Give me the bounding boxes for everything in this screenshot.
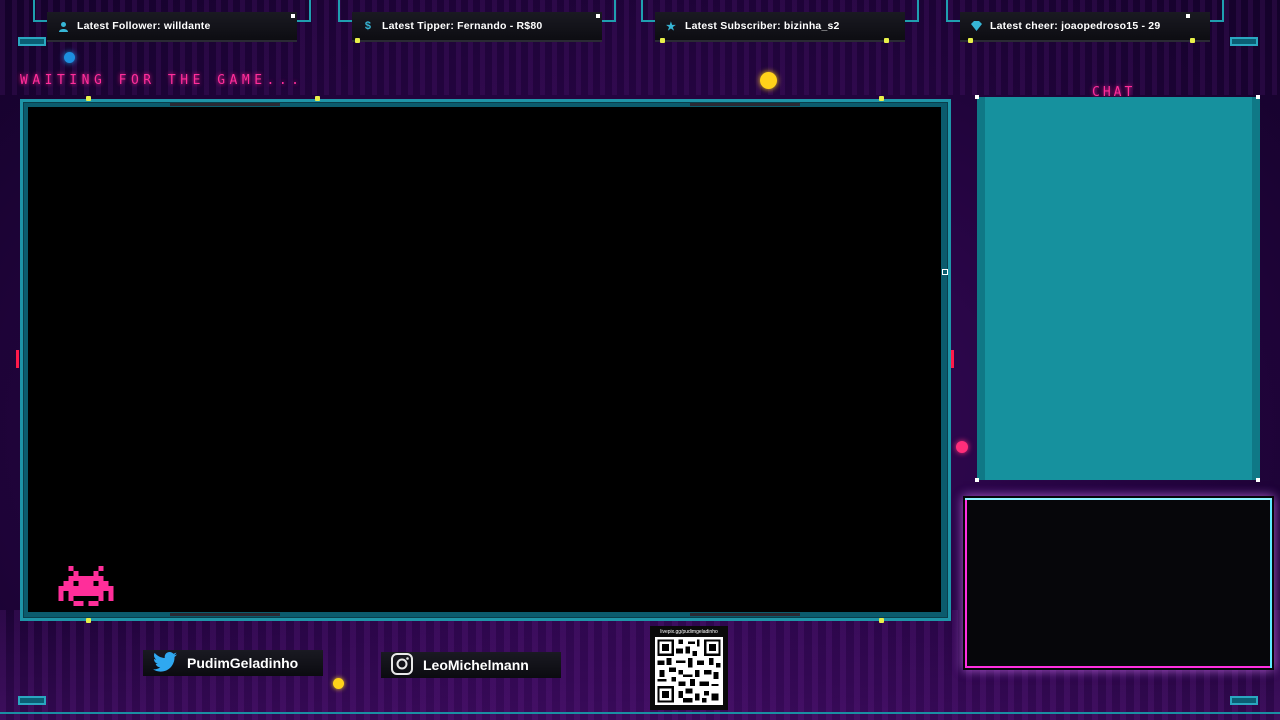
twitter-icon: [153, 651, 177, 675]
latest-tipper-bar: $ Latest Tipper: Fernando - R$80: [352, 12, 602, 42]
latest-cheer-text: Latest cheer: joaopedroso15 - 29: [990, 20, 1161, 32]
game-capture-area: [28, 107, 941, 612]
frame-notch: [170, 613, 280, 616]
yellow-orb-decor: [760, 72, 777, 89]
decor-dot: [315, 96, 320, 101]
twitter-social-tag: PudimGeladinho: [143, 650, 323, 676]
decor-dot: [355, 38, 360, 43]
frame-notch: [170, 103, 280, 106]
yellow-spark-decor: [333, 678, 344, 689]
bottom-border-line: [0, 712, 1280, 714]
space-invader-icon: [58, 566, 114, 611]
left-marker-decor: [16, 350, 19, 368]
blue-spark-decor: [64, 52, 75, 63]
qr-caption: livepix.gg/pudimgeladinho: [660, 629, 718, 635]
qr-code-block: livepix.gg/pudimgeladinho: [650, 626, 728, 710]
corner-tag-bottom-left: [18, 696, 46, 705]
latest-subscriber-bar: ★ Latest Subscriber: bizinha_s2: [655, 12, 905, 42]
latest-subscriber-text: Latest Subscriber: bizinha_s2: [685, 20, 840, 32]
frame-notch: [690, 613, 800, 616]
frame-notch: [690, 103, 800, 106]
decor-dot: [879, 618, 884, 623]
user-icon: [57, 20, 69, 32]
decor-dot: [1186, 14, 1190, 18]
qr-code-icon: [655, 637, 723, 705]
decor-dot: [879, 96, 884, 101]
decor-dot: [596, 14, 600, 18]
star-icon: ★: [665, 20, 677, 33]
latest-tipper-text: Latest Tipper: Fernando - R$80: [382, 20, 543, 32]
decor-dot: [660, 38, 665, 43]
twitter-handle: PudimGeladinho: [187, 655, 299, 671]
decor-dot: [975, 95, 979, 99]
webcam-frame: [963, 496, 1274, 670]
instagram-social-tag: LeoMichelmann: [381, 652, 561, 678]
diamond-icon: [970, 20, 982, 32]
corner-tag-top-left: [18, 37, 46, 46]
instagram-handle: LeoMichelmann: [423, 657, 529, 673]
instagram-icon: [391, 652, 413, 678]
decor-dot: [86, 96, 91, 101]
right-marker-decor: [951, 350, 954, 368]
chat-panel: [977, 97, 1260, 480]
decor-dot: [1256, 478, 1260, 482]
corner-tag-top-right: [1230, 37, 1258, 46]
latest-cheer-bar: Latest cheer: joaopedroso15 - 29: [960, 12, 1210, 42]
decor-dot: [86, 618, 91, 623]
decor-dot: [968, 38, 973, 43]
frame-handle-decor: [942, 269, 948, 275]
decor-dot: [1190, 38, 1195, 43]
dollar-icon: $: [364, 20, 372, 32]
pink-spark-decor: [956, 441, 968, 453]
decor-dot: [1256, 95, 1260, 99]
decor-dot: [884, 38, 889, 43]
decor-dot: [975, 478, 979, 482]
latest-follower-bar: Latest Follower: willdante: [47, 12, 297, 42]
corner-tag-bottom-right: [1230, 696, 1258, 705]
decor-dot: [291, 14, 295, 18]
waiting-status-text: WAITING FOR THE GAME...: [20, 73, 304, 88]
latest-follower-text: Latest Follower: willdante: [77, 20, 211, 32]
